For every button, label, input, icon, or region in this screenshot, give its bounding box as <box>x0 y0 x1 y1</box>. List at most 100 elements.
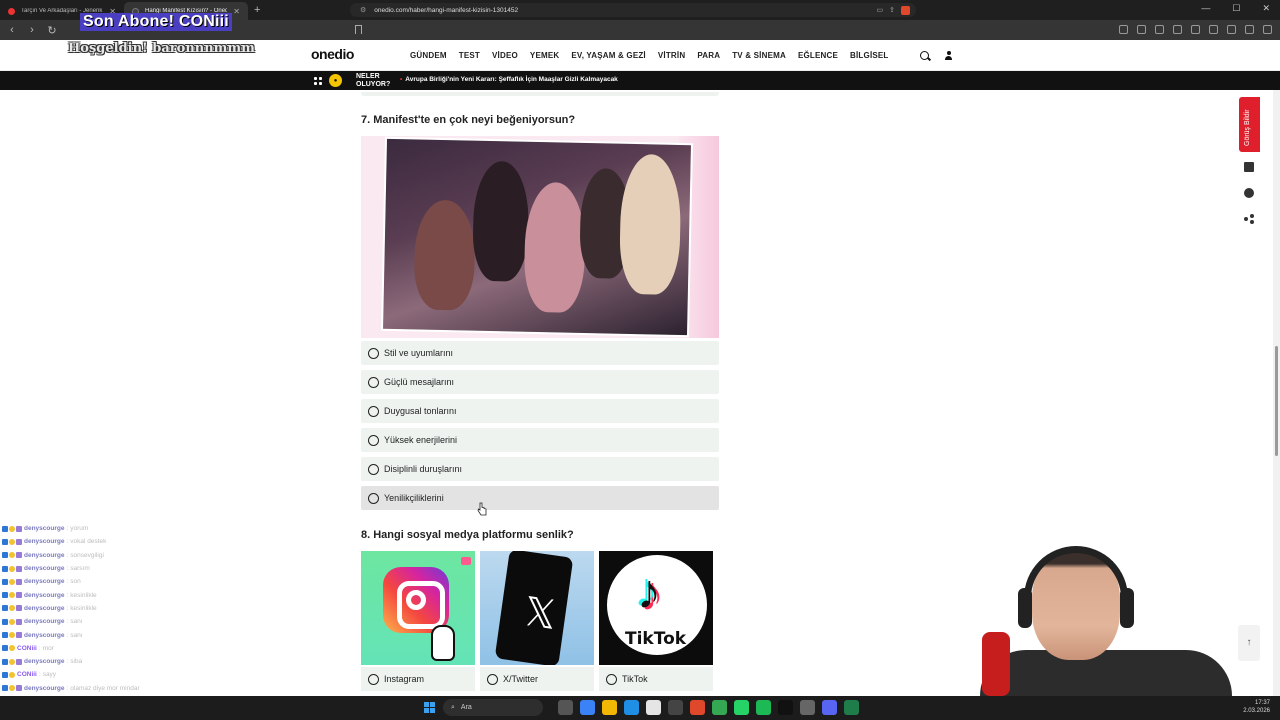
nav-item[interactable]: VİDEO <box>492 51 518 60</box>
answer-option[interactable]: Disiplinli duruşlarını <box>361 457 719 481</box>
chat-badges-icon <box>2 592 22 599</box>
bookmark-icon[interactable] <box>1244 162 1254 172</box>
nav-item[interactable]: EV, YAŞAM & GEZİ <box>571 51 646 60</box>
question-7-image <box>361 136 719 338</box>
hand-cursor-icon <box>477 502 487 516</box>
chat-username: CONiii <box>17 671 37 679</box>
new-tab-button[interactable]: + <box>254 4 260 16</box>
answer-caption[interactable]: X/Twitter <box>480 667 594 691</box>
clock-date: 2.03.2026 <box>1243 708 1270 714</box>
scrollbar-thumb[interactable] <box>1275 346 1278 456</box>
windows-start-icon[interactable] <box>424 702 435 713</box>
radio-button[interactable] <box>368 673 379 685</box>
cast-icon[interactable]: ▭ <box>877 6 884 15</box>
chat-separator: : <box>66 551 69 559</box>
maximize-icon[interactable]: ☐ <box>1232 3 1240 14</box>
extension-icon[interactable] <box>1209 25 1218 34</box>
radio-button[interactable] <box>368 405 379 417</box>
feedback-tab[interactable]: Görüş Bildir <box>1239 97 1260 152</box>
nav-item[interactable]: TEST <box>459 51 480 60</box>
radio-button[interactable] <box>368 463 379 475</box>
window-controls: — ☐ ✕ <box>1201 3 1270 14</box>
share-icon[interactable] <box>1244 214 1254 224</box>
obs-icon[interactable] <box>800 700 815 715</box>
answer-option[interactable]: Duygusal tonlarını <box>361 399 719 423</box>
reload-button[interactable]: ↻ <box>44 24 60 37</box>
user-icon[interactable] <box>945 51 952 60</box>
previous-question-footer <box>361 92 719 96</box>
nav-item[interactable]: BİLGİSEL <box>850 51 889 60</box>
extension-icon[interactable] <box>1191 25 1200 34</box>
answer-card-instagram[interactable]: Instagram <box>361 551 475 691</box>
app-icon[interactable] <box>844 700 859 715</box>
extension-icon[interactable] <box>1137 25 1146 34</box>
close-tab-icon[interactable]: ✕ <box>233 7 240 16</box>
onedio-logo[interactable]: onedio <box>311 46 354 62</box>
comments-icon[interactable] <box>1244 188 1254 198</box>
answer-option[interactable]: Yüksek enerjilerini <box>361 428 719 452</box>
chatgpt-icon[interactable] <box>668 700 683 715</box>
back-button[interactable]: ‹ <box>4 24 20 36</box>
menu-grid-icon[interactable] <box>314 77 322 85</box>
taskbar-search[interactable]: ⌕ Ara <box>443 699 543 716</box>
app-icon[interactable] <box>580 700 595 715</box>
answer-caption[interactable]: Instagram <box>361 667 475 691</box>
nav-item[interactable]: YEMEK <box>530 51 559 60</box>
logo-text: onedio <box>311 46 354 62</box>
news-ticker-bar: ● NELER OLUYOR? • Avrupa Birliği'nin Yeni… <box>0 71 1280 90</box>
answer-card-x-twitter[interactable]: 𝕏 X/Twitter <box>480 551 594 691</box>
radio-button[interactable] <box>368 434 379 446</box>
whatsapp-icon[interactable] <box>734 700 749 715</box>
nav-item[interactable]: TV & SİNEMA <box>732 51 786 60</box>
nav-item[interactable]: GÜNDEM <box>410 51 447 60</box>
radio-button[interactable] <box>368 492 379 504</box>
close-window-icon[interactable]: ✕ <box>1262 3 1270 14</box>
search-icon[interactable] <box>920 51 929 60</box>
extension-icon[interactable] <box>1119 25 1128 34</box>
chat-badges-icon <box>2 552 22 559</box>
menu-icon[interactable] <box>1263 25 1272 34</box>
ticker-headline[interactable]: • Avrupa Birliği'nin Yeni Kararı: Şeffafl… <box>400 76 618 83</box>
answer-option[interactable]: Güçlü mesajlarını <box>361 370 719 394</box>
news-badge-icon: ● <box>329 74 342 87</box>
task-view-icon[interactable] <box>558 700 573 715</box>
bookmark-page-icon[interactable] <box>355 25 362 34</box>
file-explorer-icon[interactable] <box>602 700 617 715</box>
nav-item[interactable]: VİTRİN <box>658 51 685 60</box>
answer-option[interactable]: Stil ve uyumlarını <box>361 341 719 365</box>
share-icon[interactable]: ⇪ <box>889 6 895 15</box>
streamer-body <box>980 650 1232 696</box>
extension-icon[interactable] <box>1155 25 1164 34</box>
answer-option-hovered[interactable]: Yenilikçiliklerini <box>361 486 719 510</box>
tiktok-app-icon[interactable] <box>778 700 793 715</box>
system-clock[interactable]: 17:37 2.03.2026 <box>1243 699 1270 715</box>
chat-badges-icon <box>2 671 15 678</box>
edge-icon[interactable] <box>624 700 639 715</box>
chrome-icon[interactable] <box>712 700 727 715</box>
answer-caption[interactable]: TikTok <box>599 667 713 691</box>
discord-icon[interactable] <box>822 700 837 715</box>
radio-button[interactable] <box>606 673 617 685</box>
spotify-icon[interactable] <box>756 700 771 715</box>
chat-username: denyscourge <box>24 604 65 612</box>
answer-card-tiktok[interactable]: ♪ TikTok TikTok <box>599 551 713 691</box>
chat-separator: : <box>38 671 41 679</box>
radio-button[interactable] <box>368 376 379 388</box>
extension-icon[interactable] <box>1227 25 1236 34</box>
forward-button[interactable]: › <box>24 24 40 36</box>
brave-shield-icon[interactable] <box>901 5 910 15</box>
chat-separator: : <box>66 684 69 692</box>
nav-item[interactable]: EĞLENCE <box>798 51 838 60</box>
store-icon[interactable] <box>646 700 661 715</box>
nav-item[interactable]: PARA <box>697 51 720 60</box>
radio-button[interactable] <box>368 347 379 359</box>
chat-badges-icon <box>2 658 22 665</box>
radio-button[interactable] <box>487 673 498 685</box>
minimize-icon[interactable]: — <box>1201 3 1210 14</box>
site-info-icon[interactable]: ⚙ <box>360 6 366 14</box>
scroll-to-top-button[interactable]: ↑ <box>1238 625 1260 661</box>
extension-icon[interactable] <box>1173 25 1182 34</box>
brave-icon[interactable] <box>690 700 705 715</box>
extension-icon[interactable] <box>1245 25 1254 34</box>
url-field[interactable]: ⚙ onedio.com/haber/hangi-manifest-kizisi… <box>350 3 916 17</box>
